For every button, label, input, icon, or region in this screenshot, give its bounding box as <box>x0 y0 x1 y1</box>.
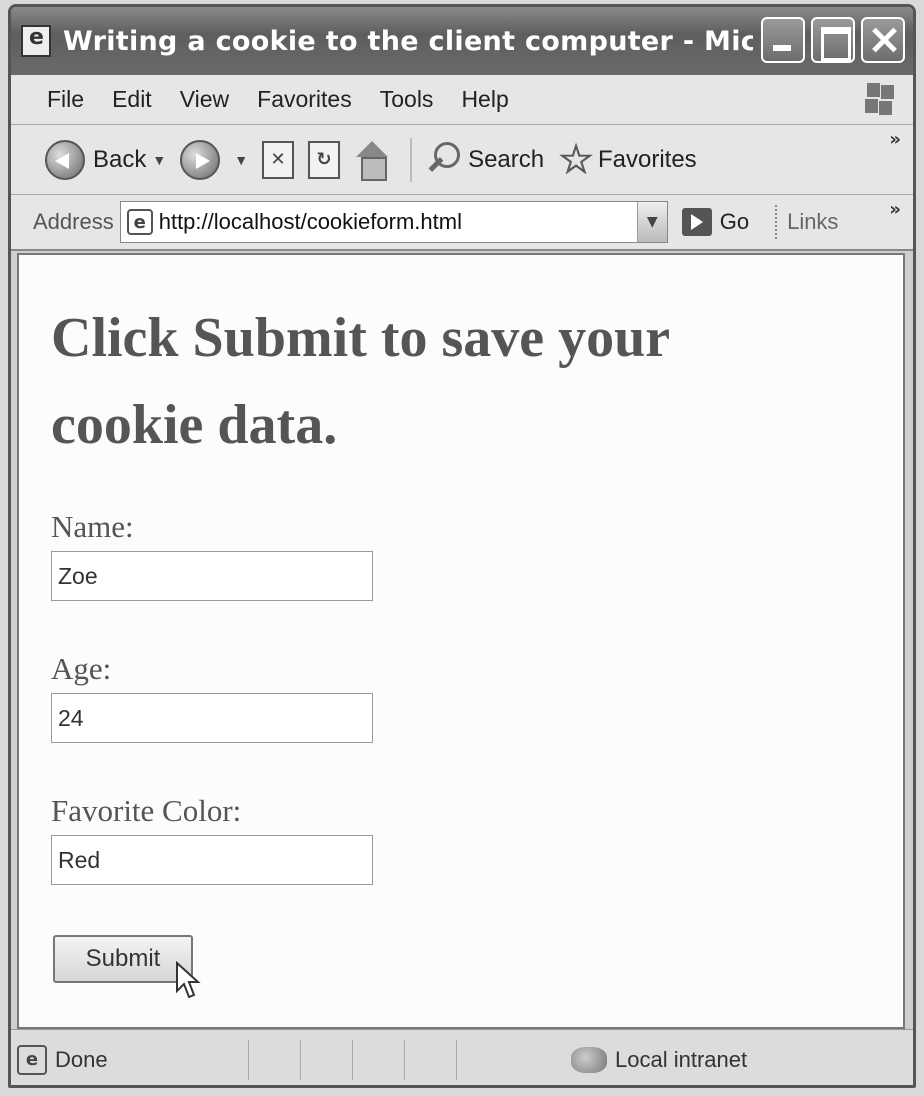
color-label: Favorite Color: <box>51 793 242 828</box>
address-input[interactable]: e http://localhost/cookieform.html ▼ <box>119 201 668 243</box>
close-button[interactable] <box>861 17 905 63</box>
security-zone: Local intranet <box>571 1046 748 1073</box>
ie-page-icon[interactable] <box>21 25 51 57</box>
menu-favorites[interactable]: Favorites <box>257 86 352 113</box>
menu-file[interactable]: File <box>47 86 84 113</box>
mouse-pointer-icon <box>176 961 201 999</box>
menu-view[interactable]: View <box>180 86 229 113</box>
menu-edit[interactable]: Edit <box>112 86 152 113</box>
stop-button[interactable]: ✕ <box>262 140 295 179</box>
minimize-button[interactable] <box>761 17 805 63</box>
go-button[interactable]: Go <box>681 208 750 236</box>
address-dropdown-icon[interactable]: ▼ <box>636 202 667 242</box>
browser-window: Writing a cookie to the client computer … <box>8 4 916 1088</box>
forward-arrow-icon <box>180 139 221 180</box>
page-heading: Click Submit to save your cookie data. <box>51 307 670 456</box>
go-label: Go <box>719 209 750 234</box>
search-button[interactable]: Search <box>422 140 544 180</box>
page-content: Click Submit to save your cookie data. N… <box>17 253 905 1029</box>
back-dropdown-icon[interactable]: ▼ <box>152 152 166 168</box>
standard-toolbar: Back ▼ ▼ ✕ ↻ Search ☆ Favorites » <box>11 125 913 195</box>
home-button[interactable] <box>354 140 390 181</box>
back-label: Back <box>93 145 147 173</box>
status-text: Done <box>55 1046 108 1072</box>
submit-button[interactable]: Submit <box>53 935 193 983</box>
windows-logo-icon <box>865 81 895 115</box>
forward-dropdown-icon[interactable]: ▼ <box>234 152 248 168</box>
menu-bar: File Edit View Favorites Tools Help <box>11 75 913 125</box>
search-icon <box>422 140 462 180</box>
zone-text: Local intranet <box>615 1046 748 1072</box>
toolbar-overflow-chevron[interactable]: » <box>889 129 901 150</box>
status-panels <box>247 1039 508 1080</box>
address-url[interactable]: http://localhost/cookieform.html <box>159 209 462 235</box>
intranet-globe-icon <box>571 1046 607 1073</box>
name-label: Name: <box>51 509 134 544</box>
ie-page-icon: e <box>126 209 153 235</box>
refresh-icon: ↻ <box>308 140 341 179</box>
age-input[interactable]: 24 <box>51 693 373 743</box>
favorites-button[interactable]: ☆ Favorites <box>558 137 697 182</box>
favorites-label: Favorites <box>597 145 697 173</box>
status-bar: e Done Local intranet <box>11 1029 913 1085</box>
forward-button[interactable]: ▼ <box>180 139 248 180</box>
toolbar-separator <box>410 137 413 182</box>
menu-tools[interactable]: Tools <box>380 86 434 113</box>
links-button[interactable]: Links <box>787 209 838 235</box>
stop-icon: ✕ <box>262 140 295 179</box>
address-label: Address <box>33 209 114 234</box>
address-bar: Address e http://localhost/cookieform.ht… <box>11 195 913 251</box>
age-label: Age: <box>51 651 112 686</box>
window-title: Writing a cookie to the client computer … <box>63 25 753 57</box>
page-status-icon: e <box>17 1044 47 1075</box>
links-overflow-chevron[interactable]: » <box>889 199 901 220</box>
star-icon: ☆ <box>558 137 595 182</box>
back-arrow-icon <box>45 139 85 180</box>
title-bar[interactable]: Writing a cookie to the client computer … <box>11 7 913 75</box>
menu-help[interactable]: Help <box>461 86 508 113</box>
refresh-button[interactable]: ↻ <box>308 140 341 179</box>
search-label: Search <box>468 145 545 173</box>
go-arrow-icon <box>681 208 712 236</box>
name-input[interactable]: Zoe <box>51 551 373 601</box>
maximize-button[interactable] <box>811 17 855 63</box>
back-button[interactable]: Back ▼ <box>45 139 166 180</box>
window-controls <box>761 17 905 63</box>
home-icon <box>354 140 390 181</box>
color-input[interactable]: Red <box>51 835 373 885</box>
links-separator <box>775 205 778 239</box>
